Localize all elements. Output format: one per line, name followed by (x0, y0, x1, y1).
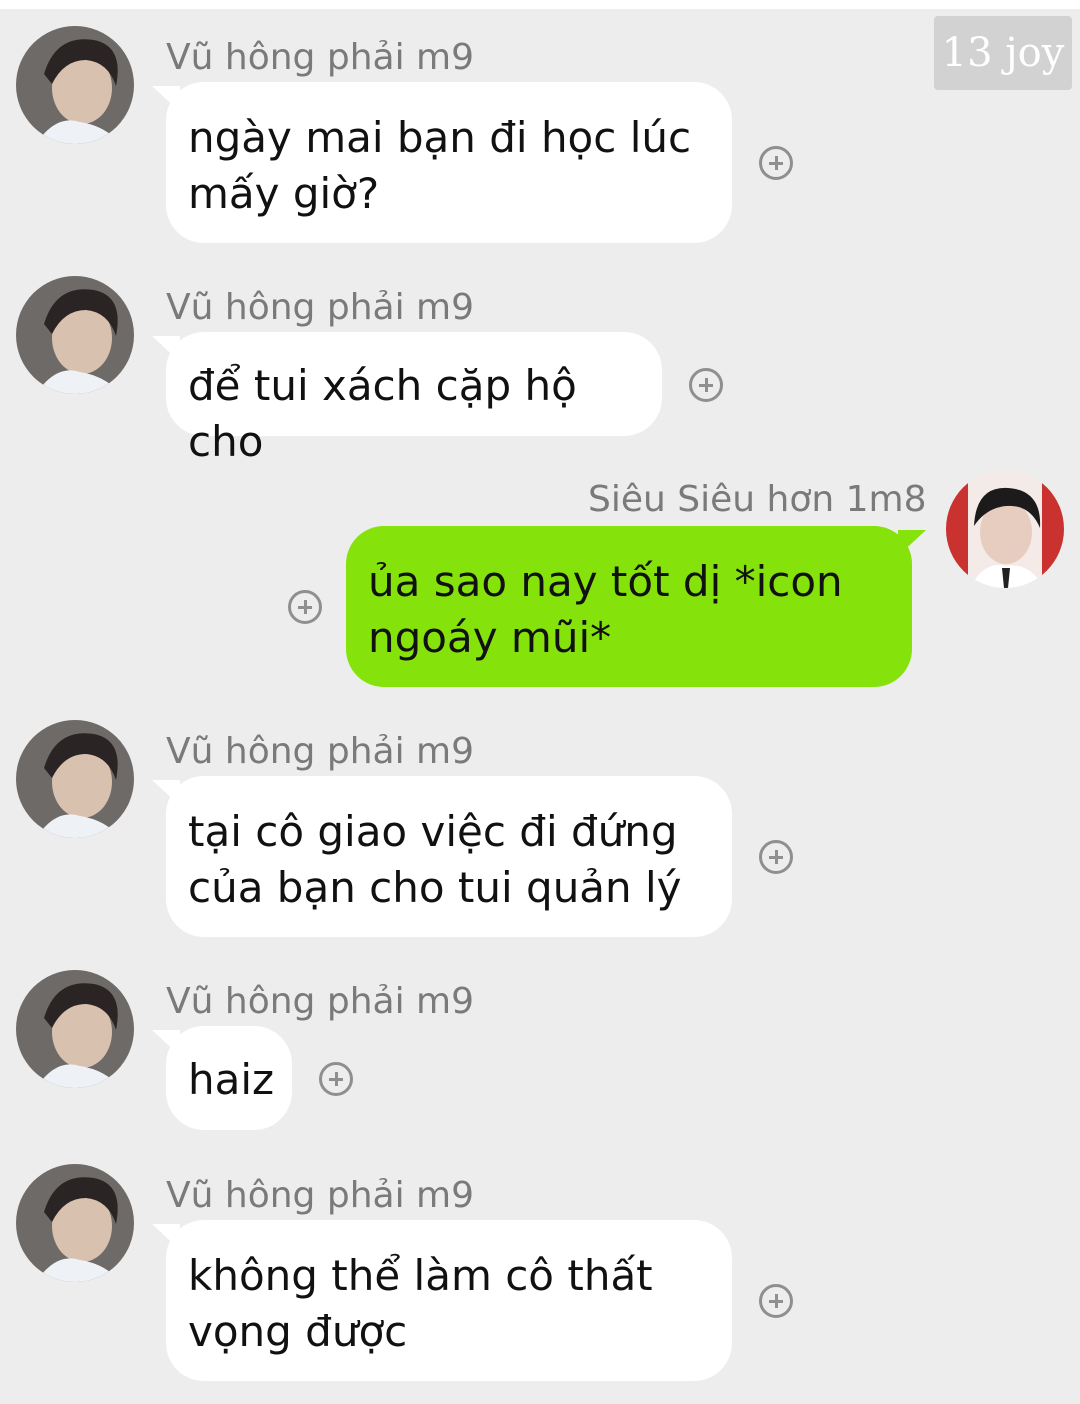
plus-circle-icon[interactable] (689, 368, 723, 402)
user-avatar-icon (16, 720, 134, 838)
top-strip (0, 0, 1080, 9)
avatar[interactable] (16, 276, 134, 394)
sender-name: Vũ hông phải m9 (166, 37, 474, 78)
user-avatar-icon (16, 276, 134, 394)
plus-circle-icon[interactable] (759, 146, 793, 180)
message-bubble[interactable]: tại cô giao việc đi đứng của bạn cho tui… (166, 776, 732, 937)
watermark: 13 joy (934, 16, 1072, 90)
avatar[interactable] (16, 26, 134, 144)
message-bubble[interactable]: để tui xách cặp hộ cho (166, 332, 662, 466)
sender-name: Vũ hông phải m9 (166, 287, 474, 328)
avatar[interactable] (16, 970, 134, 1088)
chat-screen: 13 joy Vũ hông phải m9 ngày mai bạn đi h… (0, 0, 1080, 1404)
plus-circle-icon[interactable] (759, 1284, 793, 1318)
user-avatar-icon (16, 1164, 134, 1282)
plus-circle-icon[interactable] (759, 840, 793, 874)
sender-name: Siêu Siêu hơn 1m8 (588, 479, 927, 520)
plus-circle-icon[interactable] (319, 1062, 353, 1096)
avatar[interactable] (946, 470, 1064, 588)
user-avatar-icon (946, 470, 1064, 588)
message-bubble[interactable]: ngày mai bạn đi học lúc mấy giờ? (166, 82, 732, 243)
user-avatar-icon (16, 970, 134, 1088)
user-avatar-icon (16, 26, 134, 144)
avatar[interactable] (16, 720, 134, 838)
sender-name: Vũ hông phải m9 (166, 1175, 474, 1216)
message-bubble[interactable]: không thể làm cô thất vọng được (166, 1220, 732, 1381)
message-bubble[interactable]: ủa sao nay tốt dị *icon ngoáy mũi* (346, 526, 912, 687)
sender-name: Vũ hông phải m9 (166, 731, 474, 772)
sender-name: Vũ hông phải m9 (166, 981, 474, 1022)
avatar[interactable] (16, 1164, 134, 1282)
message-bubble[interactable]: haiz (166, 1026, 292, 1130)
plus-circle-icon[interactable] (288, 590, 322, 624)
